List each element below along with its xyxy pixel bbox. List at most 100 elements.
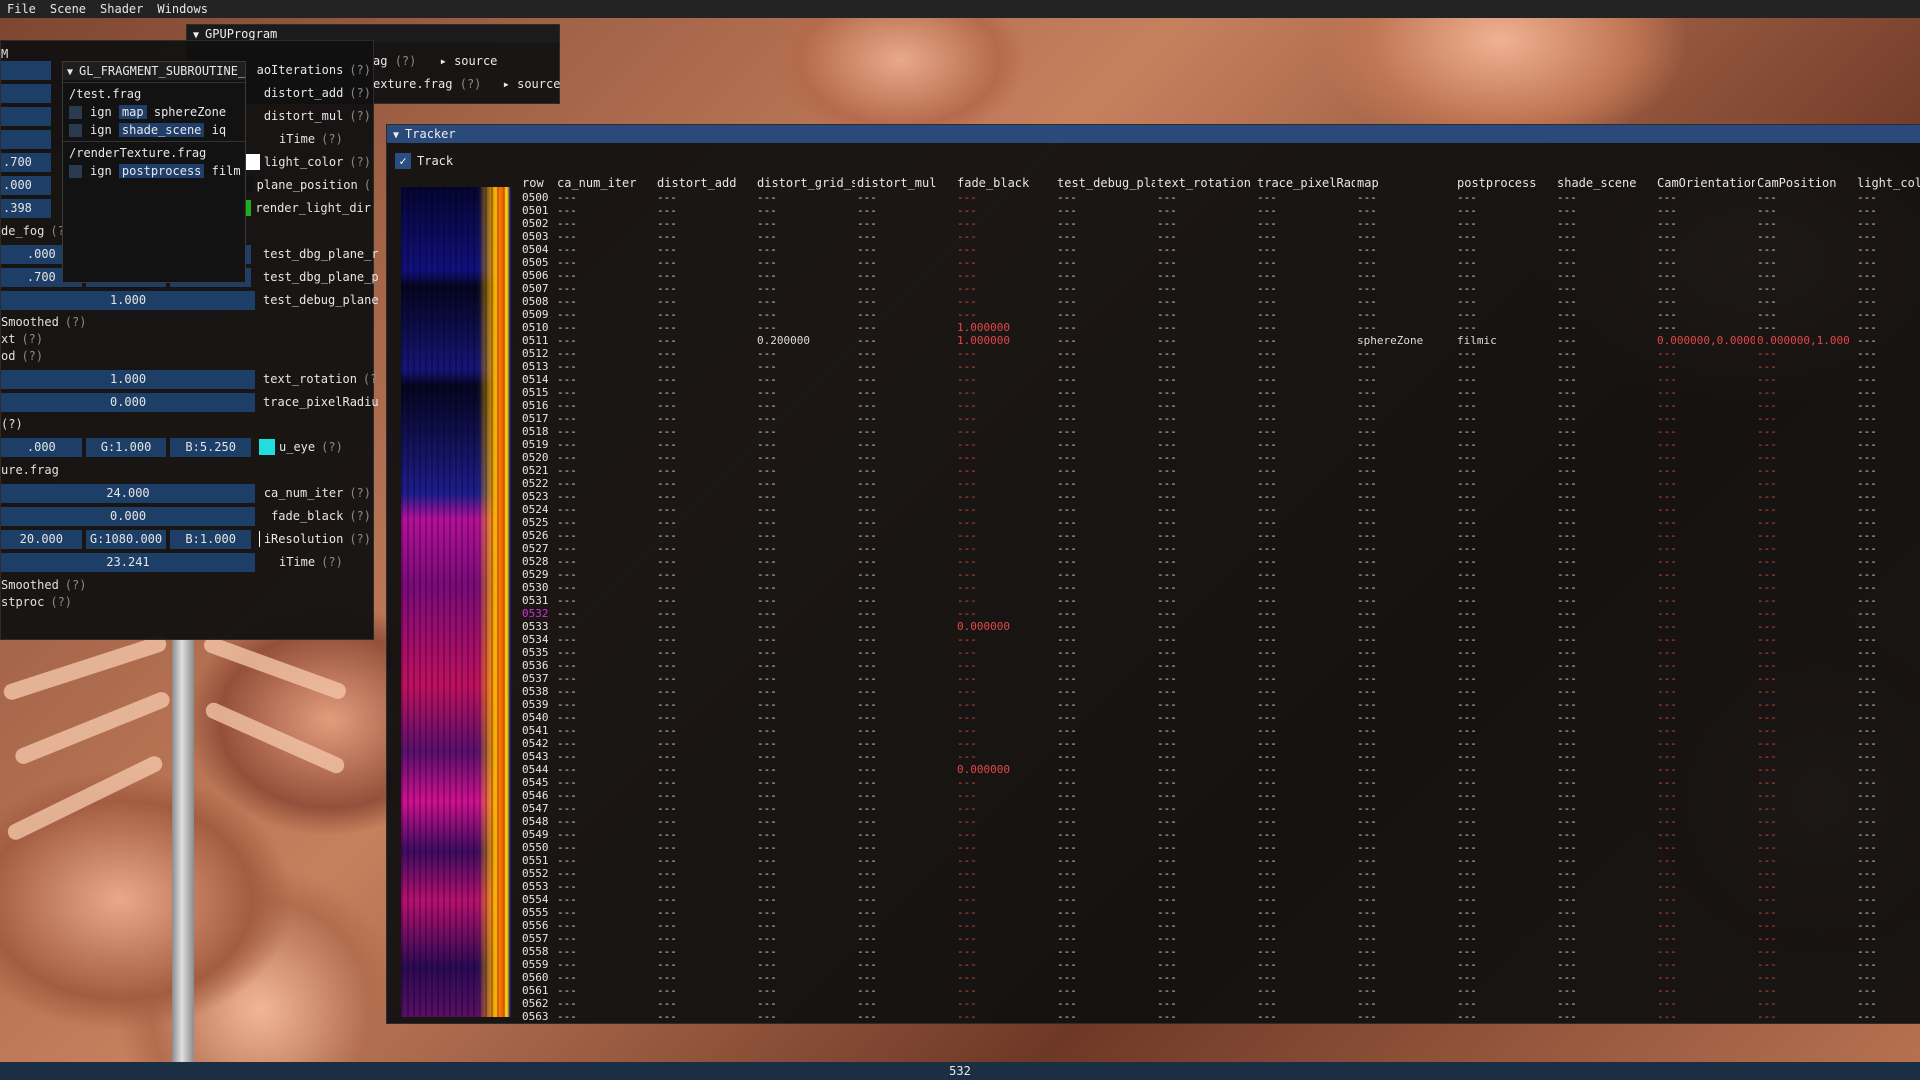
tracker-cell[interactable]: --- bbox=[1257, 529, 1355, 542]
uniform-group-label[interactable]: Smoothed bbox=[1, 578, 59, 592]
tracker-cell[interactable]: --- bbox=[1857, 217, 1920, 230]
tracker-cell[interactable]: --- bbox=[1257, 789, 1355, 802]
tracker-cell[interactable]: --- bbox=[857, 438, 955, 451]
tracker-cell[interactable]: --- bbox=[757, 542, 855, 555]
drag-value[interactable] bbox=[1, 60, 51, 80]
tracker-cell[interactable]: --- bbox=[1857, 412, 1920, 425]
tracker-cell[interactable]: --- bbox=[1057, 997, 1155, 1010]
tracker-cell[interactable]: --- bbox=[1357, 724, 1455, 737]
tracker-cell[interactable]: --- bbox=[1757, 308, 1855, 321]
tracker-cell[interactable]: --- bbox=[1557, 620, 1655, 633]
tracker-cell[interactable]: --- bbox=[1257, 269, 1355, 282]
tracker-row[interactable]: 0538 --- --- --- --- --- --- --- --- --- --- --- ---… bbox=[387, 685, 1920, 698]
column-header[interactable]: map bbox=[1357, 176, 1455, 190]
tracker-cell[interactable]: --- bbox=[857, 230, 955, 243]
tracker-cell[interactable]: --- bbox=[1757, 256, 1855, 269]
tracker-cell[interactable]: --- bbox=[1557, 412, 1655, 425]
tracker-cell[interactable]: --- bbox=[557, 438, 655, 451]
tracker-cell[interactable]: --- bbox=[657, 516, 755, 529]
tracker-cell[interactable]: --- bbox=[1657, 763, 1755, 776]
tracker-cell[interactable]: --- bbox=[1357, 789, 1455, 802]
tracker-cell[interactable]: --- bbox=[1457, 230, 1555, 243]
tracker-cell[interactable]: --- bbox=[957, 750, 1055, 763]
tracker-cell[interactable]: --- bbox=[1657, 529, 1755, 542]
tracker-cell[interactable]: --- bbox=[1757, 906, 1855, 919]
tracker-cell[interactable]: --- bbox=[757, 958, 855, 971]
tracker-cell[interactable]: --- bbox=[1657, 997, 1755, 1010]
tracker-cell[interactable]: --- bbox=[957, 906, 1055, 919]
tracker-cell[interactable]: --- bbox=[1157, 529, 1255, 542]
tracker-cell[interactable]: --- bbox=[1757, 763, 1855, 776]
tracker-cell[interactable]: --- bbox=[1157, 646, 1255, 659]
column-header[interactable]: fade_black bbox=[957, 176, 1055, 190]
tracker-cell[interactable]: --- bbox=[1157, 412, 1255, 425]
tracker-cell[interactable]: --- bbox=[1257, 763, 1355, 776]
tracker-cell[interactable]: --- bbox=[1157, 1010, 1255, 1023]
tracker-cell[interactable]: --- bbox=[1257, 464, 1355, 477]
drag-value[interactable]: 1.000 bbox=[1, 290, 255, 310]
tracker-cell[interactable]: --- bbox=[1857, 542, 1920, 555]
tracker-cell[interactable]: --- bbox=[1057, 347, 1155, 360]
tracker-cell[interactable]: --- bbox=[1757, 516, 1855, 529]
tracker-cell[interactable]: --- bbox=[557, 191, 655, 204]
tracker-cell[interactable]: --- bbox=[1457, 425, 1555, 438]
tracker-cell[interactable]: --- bbox=[957, 503, 1055, 516]
tracker-row[interactable]: 0541 --- --- --- --- --- --- --- --- --- --- --- ---… bbox=[387, 724, 1920, 737]
column-header[interactable]: CamPosition bbox=[1757, 176, 1855, 190]
tracker-cell[interactable]: --- bbox=[1557, 698, 1655, 711]
tracker-cell[interactable]: --- bbox=[857, 685, 955, 698]
tracker-row[interactable]: 0527 --- --- --- --- --- --- --- --- --- --- --- ---… bbox=[387, 542, 1920, 555]
tracker-cell[interactable]: --- bbox=[1057, 672, 1155, 685]
tracker-cell[interactable]: --- bbox=[857, 373, 955, 386]
tracker-row[interactable]: 0532 --- --- --- --- --- --- --- --- --- --- --- ---… bbox=[387, 607, 1920, 620]
tracker-cell[interactable]: --- bbox=[1557, 217, 1655, 230]
tracker-cell[interactable]: --- bbox=[957, 984, 1055, 997]
tracker-cell[interactable]: --- bbox=[1057, 412, 1155, 425]
tracker-cell[interactable]: --- bbox=[757, 945, 855, 958]
tracker-cell[interactable]: --- bbox=[657, 620, 755, 633]
tracker-cell[interactable]: --- bbox=[1557, 1010, 1655, 1023]
tracker-cell[interactable]: --- bbox=[1857, 932, 1920, 945]
tracker-cell[interactable]: --- bbox=[957, 815, 1055, 828]
tracker-cell[interactable]: --- bbox=[1257, 503, 1355, 516]
tracker-cell[interactable]: --- bbox=[857, 919, 955, 932]
tracker-cell[interactable]: --- bbox=[657, 191, 755, 204]
tracker-cell[interactable]: --- bbox=[1657, 646, 1755, 659]
uniform-group-label[interactable]: (?) bbox=[1, 417, 23, 431]
ignore-checkbox[interactable] bbox=[69, 124, 82, 137]
tracker-cell[interactable]: --- bbox=[857, 295, 955, 308]
uniform-group-label[interactable]: de_fog bbox=[1, 224, 44, 238]
tracker-cell[interactable]: --- bbox=[1557, 555, 1655, 568]
tracker-cell[interactable]: --- bbox=[1857, 919, 1920, 932]
tracker-cell[interactable]: --- bbox=[757, 477, 855, 490]
tracker-cell[interactable]: --- bbox=[657, 477, 755, 490]
tracker-cell[interactable]: --- bbox=[557, 594, 655, 607]
drag-value-b[interactable]: B:1.000 bbox=[170, 529, 252, 549]
tracker-cell[interactable]: --- bbox=[557, 711, 655, 724]
tracker-cell[interactable]: --- bbox=[1157, 217, 1255, 230]
tracker-cell[interactable]: --- bbox=[1457, 919, 1555, 932]
tracker-cell[interactable]: --- bbox=[657, 932, 755, 945]
tracker-cell[interactable]: --- bbox=[1357, 321, 1455, 334]
tracker-cell[interactable]: --- bbox=[1257, 451, 1355, 464]
tracker-row[interactable]: 0559 --- --- --- --- --- --- --- --- --- --- --- ---… bbox=[387, 958, 1920, 971]
tracker-cell[interactable]: --- bbox=[1657, 698, 1755, 711]
tracker-cell[interactable]: --- bbox=[957, 464, 1055, 477]
tracker-cell[interactable]: --- bbox=[1157, 386, 1255, 399]
tracker-row[interactable]: 0560 --- --- --- --- --- --- --- --- --- --- --- ---… bbox=[387, 971, 1920, 984]
tracker-cell[interactable]: --- bbox=[657, 438, 755, 451]
tracker-cell[interactable]: --- bbox=[1757, 672, 1855, 685]
tracker-cell[interactable]: --- bbox=[757, 529, 855, 542]
tracker-cell[interactable]: --- bbox=[1857, 750, 1920, 763]
tracker-cell[interactable]: --- bbox=[1657, 438, 1755, 451]
tracker-cell[interactable]: --- bbox=[1757, 217, 1855, 230]
tracker-row[interactable]: 0509 --- --- --- --- --- --- --- --- --- --- --- ---… bbox=[387, 308, 1920, 321]
tracker-cell[interactable]: --- bbox=[557, 542, 655, 555]
tracker-cell[interactable]: --- bbox=[557, 360, 655, 373]
tracker-cell[interactable]: --- bbox=[1357, 802, 1455, 815]
tracker-cell[interactable]: --- bbox=[1657, 620, 1755, 633]
tracker-cell[interactable]: --- bbox=[1057, 776, 1155, 789]
tracker-cell[interactable]: --- bbox=[1157, 828, 1255, 841]
tracker-cell[interactable]: --- bbox=[1757, 841, 1855, 854]
tracker-cell[interactable]: --- bbox=[557, 295, 655, 308]
